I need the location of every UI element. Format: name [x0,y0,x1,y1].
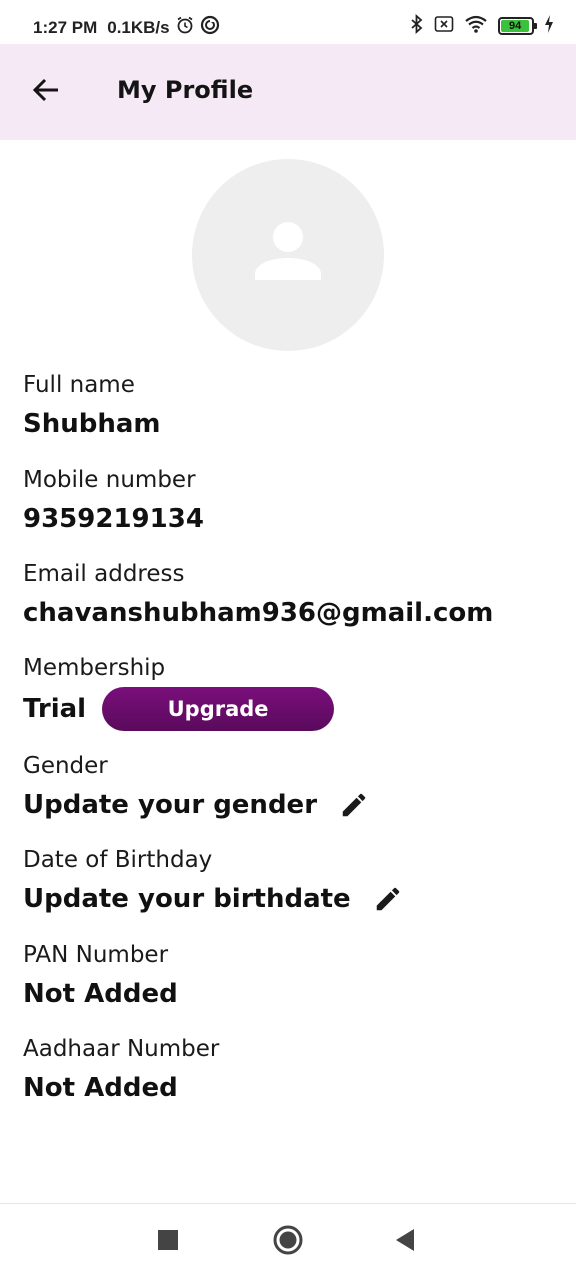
system-nav-bar [0,1204,576,1280]
membership-value: Trial [23,694,87,724]
wifi-icon [464,14,488,38]
triangle-back-icon [394,1228,416,1256]
alarm-icon [175,15,195,40]
avatar[interactable] [192,159,384,351]
membership-row: Trial Upgrade [23,687,335,731]
birthday-label: Date of Birthday [23,847,213,873]
page-title: My Profile [117,76,254,104]
home-button[interactable] [270,1224,306,1260]
full-name-value: Shubham [23,409,161,439]
bluetooth-icon [410,13,424,38]
person-icon [253,218,323,292]
gender-row: Update your gender [23,788,371,822]
status-time: 1:27 PM [33,17,98,37]
sync-icon [200,15,220,40]
battery-tip [534,23,537,29]
membership-label: Membership [23,655,166,681]
pan-value: Not Added [23,979,178,1009]
back-button[interactable] [22,68,70,116]
gender-value[interactable]: Update your gender [23,788,317,822]
pencil-icon[interactable] [371,882,405,916]
mobile-label: Mobile number [23,467,196,493]
gender-label: Gender [23,753,108,779]
arrow-left-icon [32,76,60,108]
battery-level: 94 [501,20,530,32]
upgrade-button[interactable]: Upgrade [102,687,335,731]
back-nav-button[interactable] [387,1224,423,1260]
birthday-value[interactable]: Update your birthdate [23,882,351,916]
full-name-label: Full name [23,372,135,398]
battery-icon: 94 [498,17,537,35]
square-recents-icon [158,1230,178,1254]
mobile-value: 9359219134 [23,504,204,534]
network-speed: 0.1KB/s [107,17,170,37]
status-left: 1:27 PM 0.1KB/s [33,15,220,40]
aadhaar-value: Not Added [23,1073,178,1103]
birthday-row: Update your birthdate [23,882,405,916]
email-value: chavanshubham936@gmail.com [23,598,494,628]
aadhaar-label: Aadhaar Number [23,1036,220,1062]
pan-label: PAN Number [23,942,169,968]
charging-icon [544,15,554,37]
circle-home-icon [272,1224,304,1260]
email-label: Email address [23,561,185,587]
app-bar: My Profile [0,44,576,140]
sim-off-icon [434,15,454,37]
pencil-icon[interactable] [337,788,371,822]
recents-button[interactable] [150,1224,186,1260]
status-bar: 1:27 PM 0.1KB/s 94 [0,0,576,44]
status-right: 94 [410,13,554,38]
